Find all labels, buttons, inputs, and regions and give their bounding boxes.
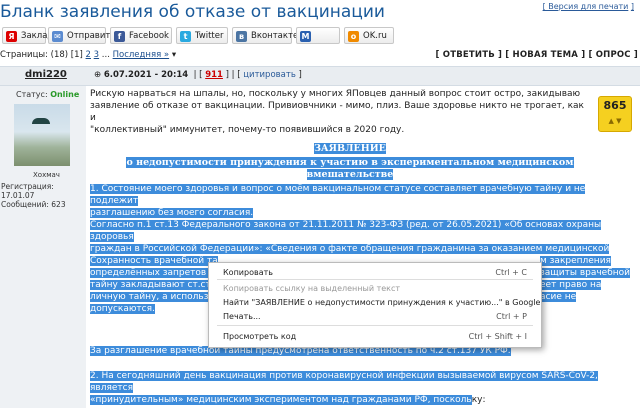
menu-item-shortcut: Ctrl + Shift + I xyxy=(468,332,527,341)
share-button-4[interactable]: в Вконтакте xyxy=(232,27,298,44)
page-link-3[interactable]: 3 xyxy=(94,50,99,60)
text-line: «принудительным» медицинским эксперимент… xyxy=(90,395,486,405)
share-button-1[interactable]: ✉ Отправить xyxy=(48,27,115,44)
share-button-2[interactable]: f Facebook xyxy=(110,27,172,44)
share-bar: Я Закладки ✉ Отправить f Facebook t Twitter в Вко… xyxy=(0,27,640,45)
text-line: 1. Состояние моего здоровья и вопрос о м… xyxy=(90,184,586,206)
author-status: Статус: Online xyxy=(16,90,80,99)
text-line: еет право на xyxy=(540,280,602,290)
share-icon-3: t xyxy=(180,31,191,42)
share-label-1: Отправить xyxy=(67,31,116,41)
post-meta: ⊕ 6.07.2021 - 20:14 | [ 911 ] | [ цитиро… xyxy=(94,70,302,80)
page-link-2[interactable]: 2 xyxy=(86,50,91,60)
section-1b-right: м закрепления защиты врачебной еет право н… xyxy=(540,255,640,303)
rating-arrows-icon[interactable]: ▲ ▼ xyxy=(609,117,622,125)
post-datetime: 6.07.2021 - 20:14 xyxy=(103,70,189,80)
page-link-last[interactable]: Последняя » xyxy=(113,50,170,60)
section-2: 2. На сегодняшний день вакцинация против… xyxy=(90,370,610,406)
post-header: dmi220 ⊕ 6.07.2021 - 20:14 | [ 911 ] | [… xyxy=(0,66,640,86)
text-line: разглашению без моего согласия. xyxy=(90,208,254,218)
share-label-6: OK.ru xyxy=(363,31,387,41)
share-label-4: Вконтакте xyxy=(251,31,299,41)
heading-1: ЗАЯВЛЕНИЕ xyxy=(314,143,386,154)
menu-item-label: Найти "ЗАЯВЛЕНИЕ о недопустимости принуж… xyxy=(223,298,541,307)
share-label-2: Facebook xyxy=(129,31,169,41)
text-line: 2. На сегодняшний день вакцинация против… xyxy=(90,371,598,393)
page-current: [1] xyxy=(70,50,83,60)
menu-separator xyxy=(217,279,533,280)
context-menu-item-0[interactable]: Копировать Ctrl + C xyxy=(209,266,541,280)
menu-item-label: Копировать xyxy=(223,268,273,277)
heading-2: о недопустимости принуждения к участию в… xyxy=(126,157,574,180)
pager: Страницы: (18) [1] 2 3 ... Последняя » ▾… xyxy=(0,50,640,64)
rating-badge[interactable]: 865 ▲ ▼ xyxy=(598,96,632,132)
menu-item-label: Просмотреть код xyxy=(223,332,297,341)
context-menu-item-4[interactable]: Просмотреть код Ctrl + Shift + I xyxy=(209,330,541,344)
context-menu-item-1: Копировать ссылку на выделенный текст xyxy=(209,282,541,296)
author-sidebar: Статус: Online Хохмач Регистрация: 17.01… xyxy=(0,86,86,408)
post-body: Рискую нарваться на шпалы, но, поскольку… xyxy=(90,88,590,136)
intro-line-1: Рискую нарваться на шпалы, но, поскольку… xyxy=(90,89,581,99)
print-version-link[interactable]: [ Версия для печати ] xyxy=(543,2,634,11)
share-icon-5: М xyxy=(300,31,311,42)
avatar[interactable] xyxy=(14,104,70,166)
post-number[interactable]: 911 xyxy=(205,70,223,80)
menu-item-label: Печать... xyxy=(223,312,261,321)
post-author[interactable]: dmi220 xyxy=(25,69,67,80)
share-button-5[interactable]: М xyxy=(296,27,340,44)
menu-item-label: Копировать ссылку на выделенный текст xyxy=(223,284,401,293)
context-menu: Копировать Ctrl + C Копировать ссылку на в… xyxy=(208,262,542,348)
share-button-0[interactable]: Я Закладки xyxy=(2,27,64,44)
text-line: Согласно п.1 ст.13 Федерального закона о… xyxy=(90,220,602,242)
page-title: Бланк заявления об отказе от вакцинации xyxy=(0,2,385,22)
share-icon-2: f xyxy=(114,31,125,42)
pages-label: Страницы: (18) xyxy=(0,50,69,60)
author-rank: Хохмач xyxy=(33,171,60,179)
post-link-icon[interactable]: ⊕ xyxy=(94,70,101,80)
menu-item-shortcut: Ctrl + C xyxy=(495,268,527,277)
share-icon-0: Я xyxy=(6,31,17,42)
share-button-6[interactable]: о OK.ru xyxy=(344,27,394,44)
intro-line-2: заявление об отказе от вакцинации. Приви… xyxy=(90,101,584,123)
quote-link[interactable]: цитировать xyxy=(243,70,296,80)
page-header: Бланк заявления об отказе от вакцинации … xyxy=(0,0,640,24)
context-menu-item-3[interactable]: Печать... Ctrl + P xyxy=(209,310,541,324)
menu-item-shortcut: Ctrl + P xyxy=(496,312,527,321)
share-label-3: Twitter xyxy=(195,31,224,41)
topic-actions[interactable]: [ ОТВЕТИТЬ ] [ НОВАЯ ТЕМА ] [ ОПРОС ] xyxy=(436,50,638,60)
text-line: м закрепления xyxy=(540,256,611,266)
menu-separator xyxy=(217,325,533,326)
intro-line-3: "коллективный" иммунитет, почему-то появ… xyxy=(90,125,405,135)
share-icon-6: о xyxy=(348,31,359,42)
text-line: защиты врачебной xyxy=(540,268,631,278)
author-info: Регистрация: 17.01.07 Сообщений: 623 xyxy=(1,182,66,209)
text-line: асие не xyxy=(540,292,577,302)
context-menu-item-2[interactable]: Найти "ЗАЯВЛЕНИЕ о недопустимости принуж… xyxy=(209,296,541,310)
share-button-3[interactable]: t Twitter xyxy=(176,27,228,44)
share-icon-4: в xyxy=(236,31,247,42)
paraglider-icon xyxy=(32,118,50,124)
pager-dots: ... xyxy=(101,50,110,60)
chevron-down-icon[interactable]: ▾ xyxy=(172,50,176,60)
share-icon-1: ✉ xyxy=(52,31,63,42)
